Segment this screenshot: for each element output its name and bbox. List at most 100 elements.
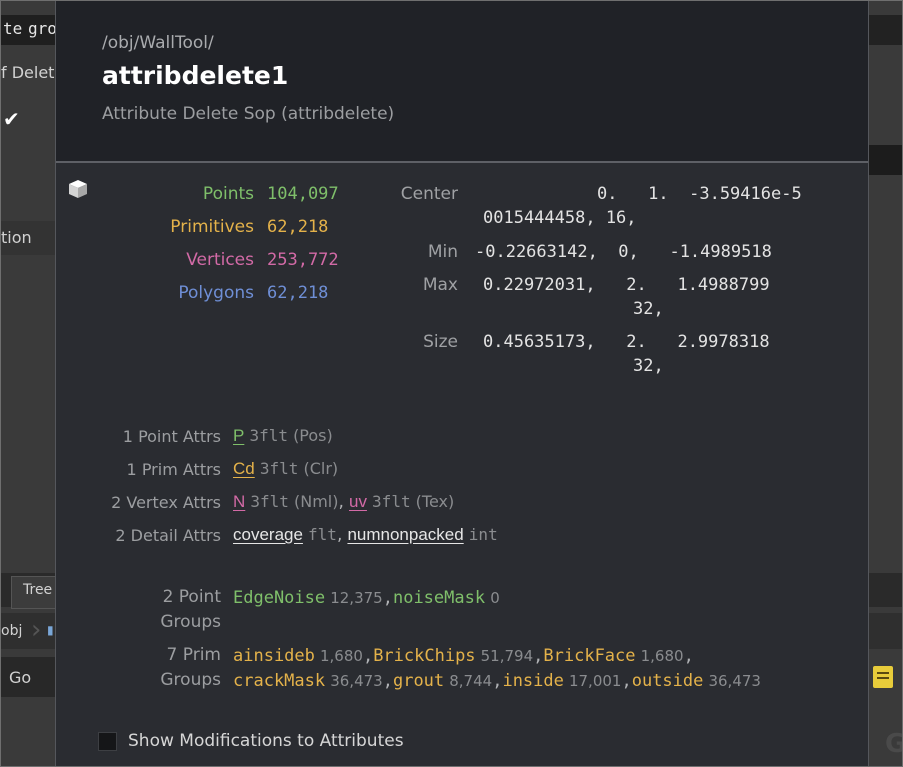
prim-groups-label-line1: 7 Prim	[166, 645, 221, 665]
prim-groups-label-line2: Groups	[160, 670, 221, 690]
bbox-min-label: Min	[427, 242, 458, 262]
point-attrs-label: 1 Point Attrs	[122, 427, 221, 446]
prim-group-name[interactable]: outside	[632, 671, 704, 691]
show-modifications-label: Show Modifications to Attributes	[128, 731, 404, 751]
stat-polygons-value: 62,218	[267, 283, 329, 303]
vertex-attr-uv-type: 3flt	[372, 492, 411, 511]
vertex-attr-N[interactable]: N	[233, 492, 245, 511]
prim-group-count: 1,680	[319, 647, 363, 665]
detail-attrs-row: coverage flt, numnonpacked int	[233, 525, 498, 545]
vertex-attr-N-type: 3flt	[250, 492, 289, 511]
point-attr-type: 3flt	[249, 426, 288, 445]
bbox-center-label: Center	[400, 184, 458, 204]
point-attr-P[interactable]: P	[233, 426, 244, 445]
node-info-header: /obj/WallTool/ attribdelete1 Attribute D…	[56, 1, 868, 163]
bg-tab-tree-label: Tree	[23, 582, 53, 598]
point-group-count: 0	[490, 589, 500, 607]
bg-label-g: G	[885, 729, 902, 759]
bg-path-obj[interactable]: obj	[1, 623, 22, 639]
prim-groups-row-2: crackMask 36,473,grout 8,744,inside 17,0…	[233, 668, 761, 694]
stat-primitives-label: Primitives	[170, 217, 254, 237]
point-group-separator: ,	[382, 588, 393, 608]
bbox-size-line1: 0.45635173, 2. 2.9978318	[483, 332, 770, 352]
bg-label-tion: tion	[1, 228, 32, 247]
detail-attr-separator: ,	[336, 525, 343, 545]
prim-group-name[interactable]: BrickChips	[373, 646, 475, 666]
detail-attr-coverage-type: flt	[308, 525, 337, 544]
detail-attr-numnonpacked[interactable]: numnonpacked	[347, 525, 463, 544]
point-attrs-row: P 3flt (Pos)	[233, 426, 333, 446]
vertex-attr-separator: ,	[338, 492, 344, 512]
prim-group-name[interactable]: grout	[393, 671, 444, 691]
geometry-cube-icon	[69, 180, 87, 198]
stat-points-value: 104,097	[267, 184, 339, 204]
bbox-max-line1: 0.22972031, 2. 1.4988799	[483, 275, 770, 295]
prim-group-separator: ,	[492, 671, 503, 691]
prim-group-name[interactable]: inside	[502, 671, 563, 691]
point-group-count: 12,375	[330, 589, 383, 607]
app-window: te gro f Deleti ✔ tion Tree obj › ▮ Go G…	[0, 0, 903, 767]
prim-group-separator: ,	[362, 646, 374, 666]
prim-attr-Cd[interactable]: Cd	[233, 459, 255, 478]
detail-attr-numnonpacked-type: int	[468, 525, 498, 544]
node-info-panel: /obj/WallTool/ attribdelete1 Attribute D…	[55, 1, 869, 766]
stat-vertices-label: Vertices	[186, 250, 254, 270]
prim-group-count: 17,001	[568, 672, 622, 690]
point-group-name[interactable]: noiseMask	[393, 588, 485, 608]
prim-attr-type: 3flt	[259, 459, 299, 478]
bbox-min-line1: -0.22663142, 0, -1.4989518	[475, 242, 772, 262]
node-type: Attribute Delete Sop (attribdelete)	[102, 104, 395, 124]
bbox-center-line2: 0015444458, 16,	[483, 208, 637, 228]
prim-group-count: 36,473	[330, 672, 383, 690]
bbox-size-line2: 32,	[633, 356, 664, 376]
vertex-attr-uv[interactable]: uv	[349, 492, 367, 511]
point-groups-row: EdgeNoise 12,375,noiseMask 0	[233, 585, 500, 611]
stat-polygons-label: Polygons	[178, 283, 254, 303]
prim-group-name[interactable]: BrickFace	[543, 646, 635, 666]
bg-right-bar	[868, 145, 902, 175]
point-attr-extra: (Pos)	[293, 426, 333, 445]
bbox-size-label: Size	[423, 332, 458, 352]
point-groups-label: 2 Point Groups	[56, 585, 221, 635]
prim-group-separator: ,	[683, 646, 694, 666]
prim-group-name[interactable]: crackMask	[233, 671, 325, 691]
show-modifications-checkbox[interactable]	[98, 732, 117, 751]
point-groups-label-line1: 2 Point	[162, 587, 221, 607]
bg-label-te: te	[3, 19, 23, 38]
point-group-name[interactable]: EdgeNoise	[233, 588, 325, 608]
prim-group-separator: ,	[382, 671, 393, 691]
prim-attrs-row: Cd 3flt (Clr)	[233, 459, 338, 479]
stat-points-label: Points	[202, 184, 254, 204]
bg-checkmark[interactable]: ✔	[3, 107, 20, 131]
prim-group-count: 1,680	[640, 647, 684, 665]
prim-group-separator: ,	[533, 646, 544, 666]
prim-group-count: 36,473	[708, 672, 761, 690]
bbox-center-line1: 0. 1. -3.59416e-5	[597, 184, 802, 204]
node-name: attribdelete1	[102, 61, 289, 90]
prim-group-count: 8,744	[449, 672, 493, 690]
bg-go-button[interactable]: Go	[9, 668, 31, 687]
vertex-attrs-label: 2 Vertex Attrs	[111, 493, 221, 512]
bg-right-path	[868, 613, 902, 649]
prim-attr-extra: (Clr)	[303, 459, 339, 478]
detail-attr-coverage[interactable]: coverage	[233, 525, 303, 544]
bg-right-tab	[868, 573, 902, 607]
bg-path-icon: ▮	[47, 623, 54, 637]
vertex-attr-N-extra: (Nml)	[294, 492, 339, 511]
bbox-max-line2: 32,	[633, 299, 664, 319]
bg-path-chevron-icon: ›	[31, 615, 42, 645]
prim-group-separator: ,	[621, 671, 632, 691]
vertex-attr-uv-extra: (Tex)	[415, 492, 455, 511]
bg-input-gro[interactable]: gro	[28, 19, 57, 38]
detail-attrs-label: 2 Detail Attrs	[115, 526, 221, 545]
sticky-note-icon[interactable]	[873, 666, 893, 688]
prim-group-name[interactable]: ainsideb	[233, 646, 315, 666]
point-groups-label-line2: Groups	[160, 612, 221, 632]
bg-label-delete: f Deleti	[1, 63, 59, 82]
prim-group-count: 51,794	[480, 647, 534, 665]
prim-groups-label: 7 Prim Groups	[56, 643, 221, 693]
bbox-max-label: Max	[422, 275, 458, 295]
prim-groups-row-1: ainsideb 1,680,BrickChips 51,794,BrickFa…	[233, 643, 694, 669]
stat-vertices-value: 253,772	[267, 250, 339, 270]
prim-attrs-label: 1 Prim Attrs	[126, 460, 221, 479]
